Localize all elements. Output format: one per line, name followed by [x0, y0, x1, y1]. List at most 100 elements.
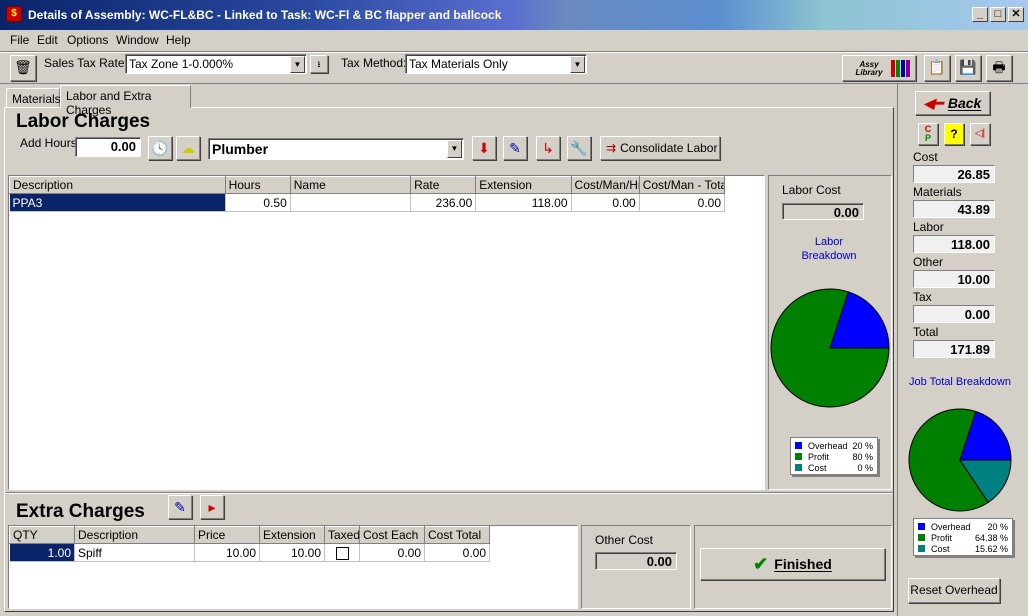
- side-tax-value: 0.00: [913, 305, 995, 323]
- cell-cost-man-total[interactable]: 0.00: [639, 193, 726, 212]
- col-extension[interactable]: Extension: [475, 176, 572, 194]
- add-hours-input[interactable]: 0.00: [75, 137, 141, 157]
- cell-taxed[interactable]: [324, 543, 360, 562]
- trade-select[interactable]: Plumber ▼: [208, 138, 464, 160]
- side-cost-label: Cost: [913, 150, 938, 164]
- legend-name: Profit: [808, 451, 830, 462]
- labor-breakdown-title: Labor Breakdown: [801, 236, 857, 262]
- other-cost-panel: Other Cost 0.00: [581, 525, 691, 609]
- insert-list-icon: ↳: [542, 140, 554, 156]
- print-button[interactable]: 🖶: [986, 55, 1012, 81]
- delete-button[interactable]: 🗑: [10, 55, 36, 81]
- help-button[interactable]: ?: [944, 123, 964, 145]
- edit-list-button[interactable]: ✎: [503, 136, 527, 160]
- cell-extension[interactable]: 118.00: [475, 193, 572, 212]
- legend-item-cost: Cost 0 %: [795, 462, 873, 473]
- cell-description[interactable]: Spiff: [74, 543, 195, 562]
- col-rate[interactable]: Rate: [410, 176, 477, 194]
- cell-name[interactable]: [290, 193, 412, 212]
- weather-button[interactable]: ☁: [176, 136, 200, 160]
- menu-edit[interactable]: Edit: [37, 33, 58, 47]
- table-row[interactable]: PPA3 0.50 236.00 118.00 0.00 0.00: [9, 193, 726, 212]
- cell-cost-total[interactable]: 0.00: [424, 543, 490, 562]
- tab-labor-extra[interactable]: Labor and Extra Charges: [60, 85, 191, 117]
- collapse-button[interactable]: ◁|: [970, 123, 990, 145]
- labor-cost-panel: Labor Cost 0.00 Labor Breakdown Overhead…: [768, 175, 892, 490]
- other-cost-label: Other Cost: [595, 533, 654, 547]
- cell-cost-man-hr[interactable]: 0.00: [571, 193, 640, 212]
- labor-legend: Overhead 20 % Profit 80 % Cost 0 %: [790, 437, 878, 475]
- maximize-button[interactable]: □: [990, 7, 1006, 22]
- red-down-arrow-icon: ⬇: [478, 140, 490, 156]
- col-name[interactable]: Name: [289, 176, 412, 194]
- profit-swatch: [795, 453, 802, 460]
- tools-button[interactable]: 🔧: [567, 136, 591, 160]
- cell-hours[interactable]: 0.50: [225, 193, 291, 212]
- overhead-swatch: [918, 523, 925, 530]
- apply-tax-button[interactable]: ⭳: [310, 55, 328, 73]
- col-cost-each[interactable]: Cost Each: [359, 526, 425, 544]
- insert-list-icon: ▸: [208, 499, 216, 515]
- col-description[interactable]: Description: [74, 526, 195, 544]
- cell-cost-each[interactable]: 0.00: [359, 543, 425, 562]
- col-hours[interactable]: Hours: [224, 176, 291, 194]
- clock-button[interactable]: 🕓: [148, 136, 172, 160]
- back-button[interactable]: ◀━ Back: [915, 91, 990, 115]
- side-other-label: Other: [913, 255, 944, 269]
- menu-options[interactable]: Options: [67, 33, 108, 47]
- job-pie-chart: [908, 408, 1012, 512]
- sales-tax-value: Tax Zone 1-0.000%: [129, 57, 234, 71]
- extra-edit-button[interactable]: ✎: [168, 495, 192, 519]
- tab-materials[interactable]: Materials: [6, 88, 61, 108]
- minimize-button[interactable]: _: [972, 7, 988, 22]
- app-icon: $: [6, 6, 22, 22]
- labor-cost-label: Labor Cost: [782, 183, 841, 197]
- chevron-down-icon[interactable]: ▼: [447, 140, 462, 158]
- save-button[interactable]: 💾: [955, 55, 981, 81]
- col-cost-man-hr[interactable]: Cost/Man/Hr: [570, 176, 640, 194]
- side-cost-value: 26.85: [913, 165, 995, 183]
- tax-method-select[interactable]: Tax Materials Only ▼: [405, 54, 587, 74]
- col-cost-total[interactable]: Cost Total: [424, 526, 490, 544]
- assy-library-button[interactable]: Assy Library: [842, 55, 916, 81]
- menu-window[interactable]: Window: [116, 33, 159, 47]
- chevron-down-icon[interactable]: ▼: [570, 56, 585, 73]
- chevron-down-icon[interactable]: ▼: [290, 56, 305, 73]
- cell-description[interactable]: PPA3: [9, 193, 226, 212]
- labor-grid[interactable]: Description Hours Name Rate Extension Co…: [8, 175, 765, 490]
- finished-button[interactable]: ✔ Finished: [700, 548, 885, 580]
- cp-button[interactable]: CP: [918, 123, 938, 145]
- sales-tax-select[interactable]: Tax Zone 1-0.000% ▼: [125, 54, 307, 74]
- col-price[interactable]: Price: [194, 526, 260, 544]
- legend-name: Overhead: [931, 521, 971, 532]
- legend-name: Cost: [808, 462, 827, 473]
- cell-extension[interactable]: 10.00: [259, 543, 325, 562]
- close-button[interactable]: ✕: [1008, 7, 1024, 22]
- move-down-button[interactable]: ⬇: [472, 136, 496, 160]
- cost-swatch: [795, 464, 802, 471]
- cell-qty[interactable]: 1.00: [9, 543, 75, 562]
- reset-overhead-button[interactable]: Reset Overhead: [908, 578, 1000, 603]
- col-taxed[interactable]: Taxed: [324, 526, 360, 544]
- finished-label: Finished: [774, 556, 832, 572]
- back-label: Back: [947, 95, 982, 111]
- extra-grid[interactable]: QTY Description Price Extension Taxed Co…: [8, 525, 578, 609]
- extra-insert-button[interactable]: ▸: [200, 495, 224, 519]
- insert-row-button[interactable]: ↳: [536, 136, 560, 160]
- col-qty[interactable]: QTY: [9, 526, 75, 544]
- menu-help[interactable]: Help: [166, 33, 191, 47]
- cell-rate[interactable]: 236.00: [410, 193, 477, 212]
- col-description[interactable]: Description: [9, 176, 226, 194]
- table-row[interactable]: 1.00 Spiff 10.00 10.00 0.00 0.00: [9, 543, 490, 562]
- col-extension[interactable]: Extension: [259, 526, 325, 544]
- taxed-checkbox[interactable]: [335, 546, 349, 560]
- books-icon: [891, 60, 910, 77]
- cost-swatch: [918, 545, 925, 552]
- title-bar: $ Details of Assembly: WC-FL&BC - Linked…: [0, 0, 1028, 30]
- col-cost-man-total[interactable]: Cost/Man - Total: [638, 176, 726, 194]
- trash-icon: 🗑: [14, 59, 32, 75]
- menu-file[interactable]: File: [10, 33, 29, 47]
- consolidate-labor-button[interactable]: ⇉ Consolidate Labor: [600, 136, 720, 160]
- cell-price[interactable]: 10.00: [194, 543, 260, 562]
- notes-button[interactable]: 📋: [924, 55, 950, 81]
